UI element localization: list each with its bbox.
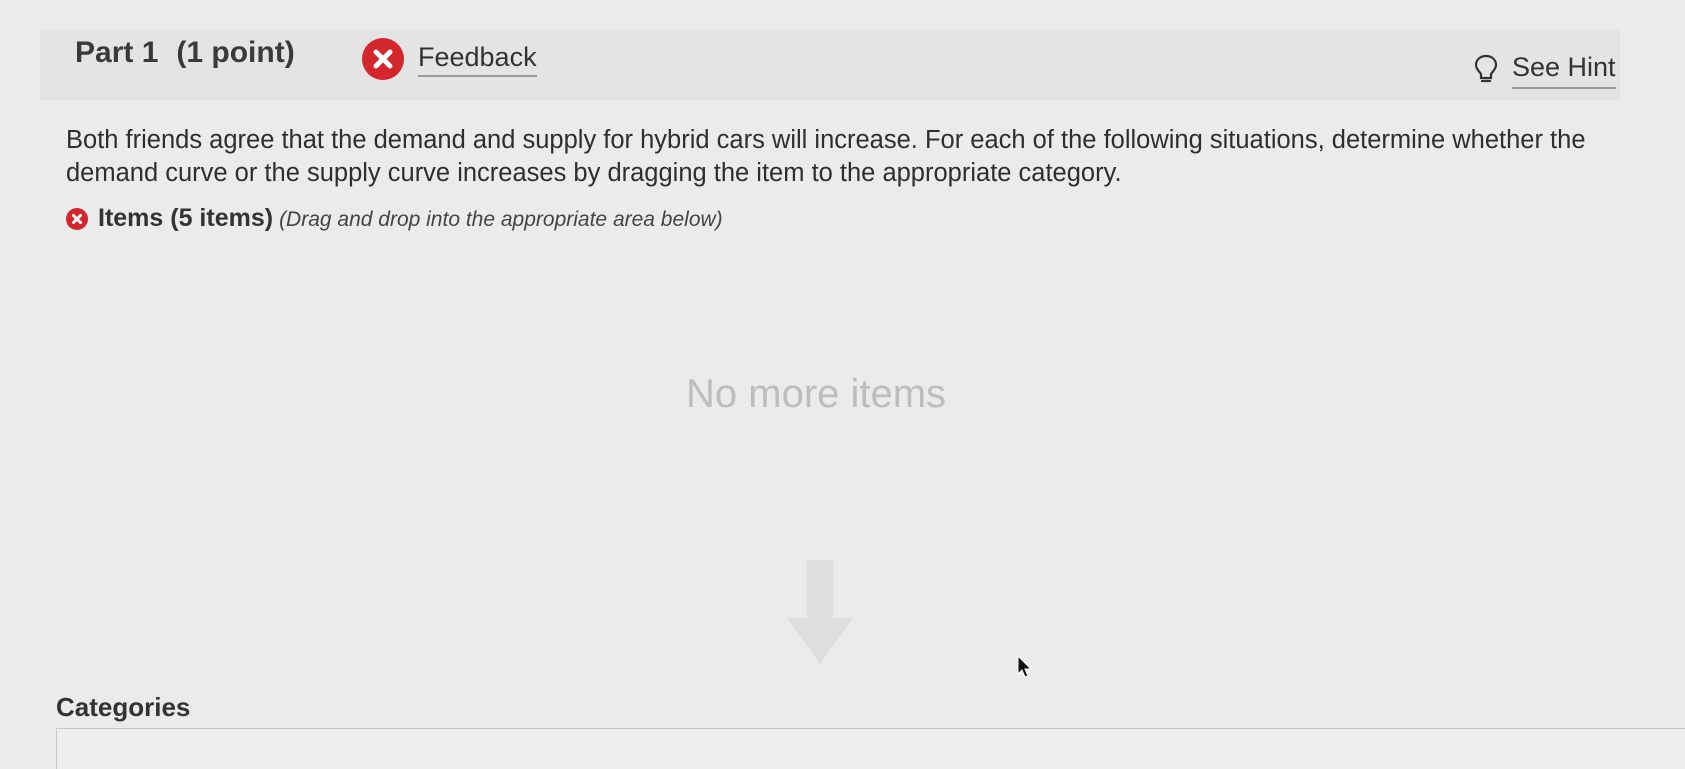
mouse-cursor-icon bbox=[1017, 655, 1033, 678]
error-x-icon[interactable] bbox=[362, 38, 404, 80]
feedback-link[interactable]: Feedback bbox=[418, 42, 537, 77]
lightbulb-icon bbox=[1474, 54, 1498, 83]
items-empty-message: No more items bbox=[686, 372, 947, 416]
down-arrow-icon bbox=[787, 560, 853, 664]
part-title: Part 1 (1 point) bbox=[75, 36, 295, 70]
items-header: Items (5 items) (Drag and drop into the a… bbox=[66, 204, 723, 233]
items-instruction: (Drag and drop into the appropriate area… bbox=[279, 208, 723, 231]
categories-title: Categories bbox=[56, 692, 191, 722]
part-label: Part 1 bbox=[75, 36, 159, 69]
part-points: (1 point) bbox=[176, 36, 295, 69]
categories-dropzone[interactable] bbox=[56, 728, 1685, 769]
items-title: Items (5 items) bbox=[98, 204, 274, 232]
question-text: Both friends agree that the demand and s… bbox=[66, 126, 1586, 187]
error-x-icon bbox=[66, 207, 88, 230]
see-hint-link[interactable]: See Hint bbox=[1512, 52, 1616, 89]
